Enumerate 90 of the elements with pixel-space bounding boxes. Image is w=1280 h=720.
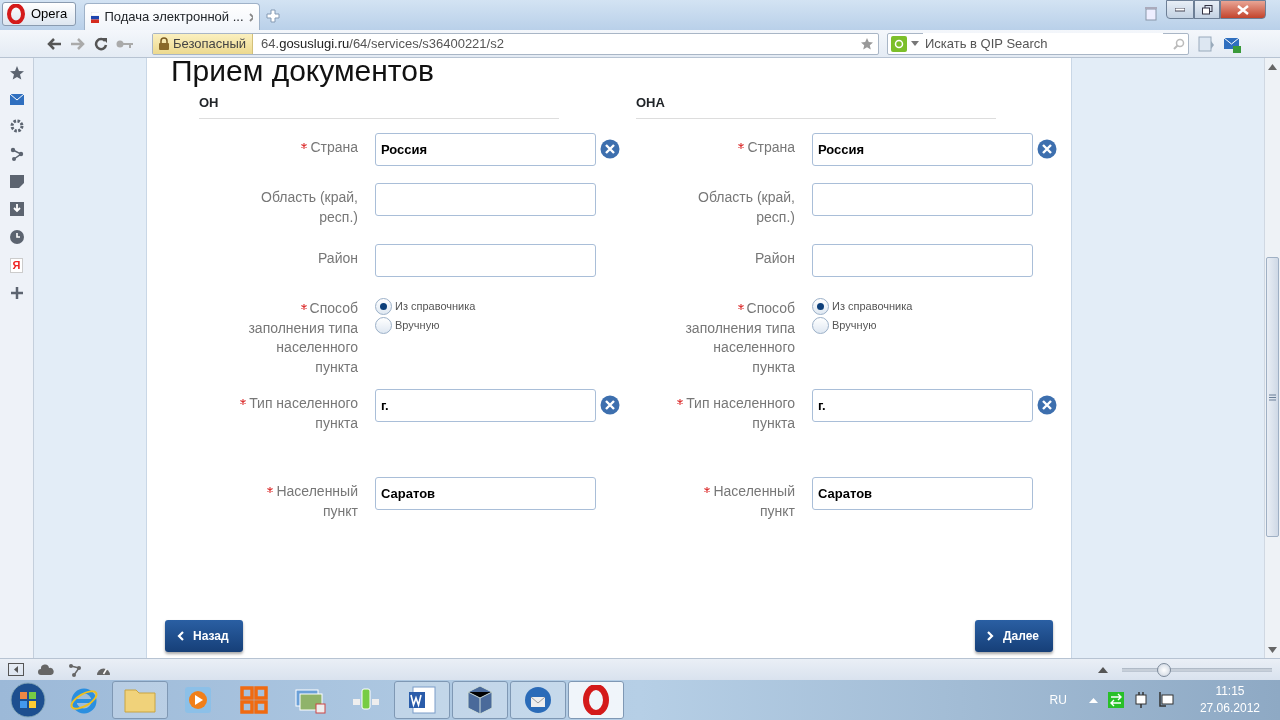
field-label: Способ заполнения типа населенного пункта: [684, 299, 795, 377]
back-button[interactable]: Назад: [165, 620, 243, 652]
restore-button[interactable]: [1194, 0, 1220, 19]
power-plug-icon[interactable]: [1133, 692, 1148, 708]
network-icon[interactable]: [68, 662, 82, 677]
word-document-icon[interactable]: [407, 685, 437, 715]
close-button[interactable]: [1220, 0, 1266, 19]
field-label: Способ заполнения типа населенного пункта: [247, 299, 358, 377]
thunderbird-icon[interactable]: [523, 685, 553, 715]
field-label: Населенный пункт: [674, 477, 795, 521]
opera-menu-button[interactable]: Opera: [2, 2, 77, 26]
radio-label: Из справочника: [395, 299, 476, 315]
text-field[interactable]: [812, 244, 1033, 277]
yandex-logo[interactable]: Я: [9, 258, 24, 273]
field-label: Страна: [674, 133, 795, 158]
scrollbar-thumb[interactable]: [1266, 257, 1279, 537]
cloud-icon[interactable]: [38, 664, 54, 675]
field-label: Страна: [237, 133, 358, 158]
text-field[interactable]: [812, 183, 1033, 216]
search-field[interactable]: Искать в QIP Search: [887, 32, 1189, 55]
field-label: Область (край, респ.): [260, 188, 358, 227]
tab-title: Подача электронной ...: [104, 8, 244, 27]
caret-icon[interactable]: [911, 41, 919, 46]
expand-up-icon[interactable]: [1098, 666, 1108, 673]
add-icon[interactable]: [10, 287, 23, 299]
restore-icon: [1201, 4, 1213, 15]
field-label: Область (край, респ.): [697, 188, 795, 227]
text-field[interactable]: [375, 183, 596, 216]
russian-flag-icon: [91, 11, 100, 23]
radio-label: Вручную: [395, 318, 440, 334]
virtualbox-icon[interactable]: [466, 685, 494, 715]
text-field[interactable]: Россия: [375, 133, 596, 166]
field-label: Район: [754, 249, 795, 268]
text-field[interactable]: г.: [812, 389, 1033, 422]
download-icon[interactable]: [9, 202, 24, 216]
radio-button[interactable]: [375, 298, 392, 315]
clear-icon[interactable]: [1037, 139, 1057, 159]
minimize-icon: [1175, 7, 1185, 12]
text-field[interactable]: [375, 244, 596, 277]
section-heading: ОНА: [636, 92, 996, 119]
page-title: Прием документов: [171, 58, 435, 89]
field-label: Тип населенного пункта: [674, 389, 795, 433]
radio-label: Из справочника: [832, 299, 913, 315]
radio-button[interactable]: [812, 317, 829, 334]
start-button-icon[interactable]: [10, 682, 46, 718]
section-heading: ОН: [199, 92, 559, 119]
address-field[interactable]: Безопасный 64.gosuslugi.ru/64/services/s36400221/s2: [152, 32, 879, 55]
star-icon[interactable]: [9, 66, 24, 80]
field-label: Населенный пункт: [237, 477, 358, 521]
next-button[interactable]: Далее: [974, 620, 1053, 652]
zoom-slider-thumb[interactable]: [1157, 662, 1171, 677]
scroll-up-icon[interactable]: [1268, 64, 1277, 70]
field-label: Район: [317, 249, 358, 268]
panel-toggle-icon[interactable]: [8, 663, 24, 676]
security-badge[interactable]: Безопасный: [153, 33, 254, 54]
text-field[interactable]: Россия: [812, 133, 1033, 166]
radio-button[interactable]: [812, 298, 829, 315]
bookmark-star-icon[interactable]: [860, 36, 874, 51]
clear-icon[interactable]: [600, 395, 620, 415]
field-label: Тип населенного пункта: [237, 389, 358, 433]
text-field[interactable]: г.: [375, 389, 596, 422]
text-field[interactable]: Саратов: [375, 477, 596, 510]
chevron-left-icon: [177, 631, 184, 641]
url-text: 64.gosuslugi.ru/64/services/s36400221/s2: [261, 34, 505, 53]
clear-icon[interactable]: [600, 139, 620, 159]
qip-logo-icon: [891, 35, 907, 52]
share-icon[interactable]: [9, 147, 24, 161]
text-field[interactable]: Саратов: [812, 477, 1033, 510]
media-player-icon[interactable]: [185, 687, 211, 713]
browser-tab[interactable]: Подача электронной ...: [84, 3, 261, 30]
reload-icon[interactable]: [94, 36, 108, 51]
close-tab-icon[interactable]: [248, 12, 254, 22]
clear-icon[interactable]: [1037, 395, 1057, 415]
close-icon: [1237, 4, 1249, 15]
lock-icon: [159, 37, 169, 50]
clock-time: 11:15: [1214, 683, 1246, 700]
photo-gallery-icon[interactable]: [294, 686, 326, 714]
mail-icon[interactable]: [9, 94, 24, 105]
radio-label: Вручную: [832, 318, 877, 334]
back-icon[interactable]: [46, 36, 62, 51]
opera-logo-icon: [7, 4, 25, 24]
chevron-right-icon: [986, 631, 994, 641]
opera-logo-icon[interactable]: [583, 685, 609, 715]
clock-date: 27.06.2012: [1199, 700, 1260, 717]
note-icon[interactable]: [9, 175, 24, 188]
scroll-down-icon[interactable]: [1268, 647, 1277, 653]
gear-icon[interactable]: [9, 119, 24, 133]
clock-icon[interactable]: [9, 230, 24, 244]
radio-button[interactable]: [375, 317, 392, 334]
network-monitor-icon[interactable]: [1157, 692, 1174, 708]
